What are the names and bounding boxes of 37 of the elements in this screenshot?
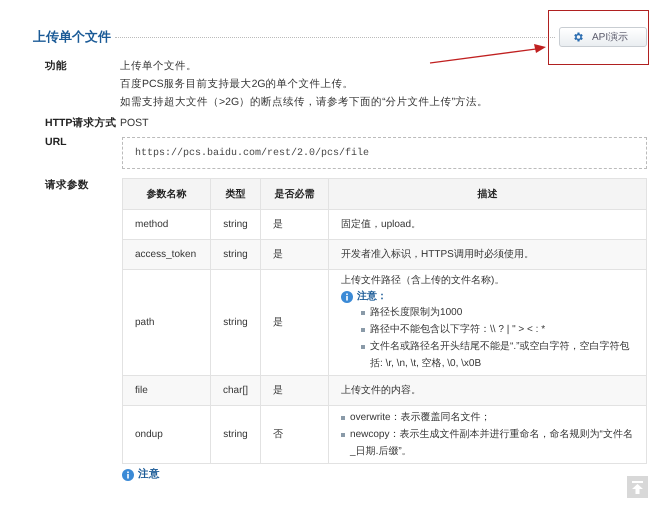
section-title: 上传单个文件 [33,28,111,46]
bullet-icon [361,328,366,332]
bullet-text: newcopy：表示生成文件副本并进行重命名，命名规则为“文件名_日期.后缀”。 [350,428,634,459]
info-icon [122,468,134,481]
bullet-icon [341,433,346,437]
table-cell: 否 [260,406,329,464]
description-text: 开发者准入标识，HTTPS调用时必须使用。 [341,248,535,262]
bullet-text: overwrite：表示覆盖同名文件； [350,410,492,425]
field-label: 请求参数 [45,178,90,193]
table-cell: string [210,406,261,464]
column-header: 描述 [328,178,646,210]
back-to-top-button[interactable] [627,476,648,498]
bullet-icon [361,311,366,315]
api-demo-button[interactable]: API演示 [559,27,647,47]
field-value: 如需支持超大文件（>2G）的断点续传，请参考下面的“分片文件上传”方法。 [120,95,488,110]
description-text: 上传文件路径（含上传的文件名称)。 [341,274,506,288]
field-label: HTTP请求方式 [45,116,118,131]
bullet-text: 路径中不能包含以下字符：\\ ? | " > < : * [370,322,546,337]
info-icon [341,290,354,302]
url-text: https://pcs.baidu.com/rest/2.0/pcs/file [135,146,370,160]
field-value: POST [120,116,149,131]
field-value: 百度PCS服务目前支持最大2G的单个文件上传。 [120,77,355,92]
table-cell: ondup [122,406,210,464]
note-label: 注意： [357,289,388,304]
bullet-icon [361,345,366,349]
gear-icon [572,31,584,43]
field-value: 上传单个文件。 [120,59,198,74]
field-label: 功能 [45,59,68,74]
description-text: 固定值，upload。 [341,218,422,232]
bullet-icon [341,416,346,420]
description-text: 上传文件的内容。 [341,384,422,398]
note-label: 注意 [138,467,160,482]
bullet-text: 路径长度限制为1000 [370,306,464,320]
arrow-up-icon [631,480,644,494]
column-header: 参数名称 [122,178,210,210]
bullet-text: 文件名或路径名开头结尾不能是“.”或空白字符，空白字符包括: \r, \n, \t, 空格, \0, \x0B [370,340,630,371]
field-label: URL [45,135,68,150]
